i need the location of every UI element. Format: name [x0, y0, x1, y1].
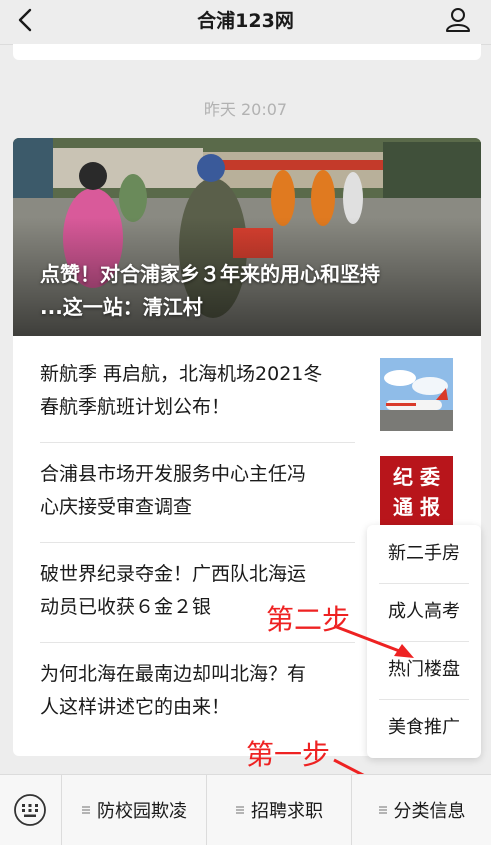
article-title: 为何北海在最南边却叫北海？有 人这样讲述它的由来！ [40, 658, 358, 724]
previous-message-card [13, 44, 481, 60]
annotation-step-one: 第一步 [246, 738, 331, 771]
bottom-menu-bar: 防校园欺凌 招聘求职 分类信息 [0, 774, 491, 845]
keyboard-icon[interactable] [13, 793, 47, 827]
annotation-arrow-icon [333, 624, 414, 658]
menu-button-jobs[interactable]: 招聘求职 [207, 775, 351, 845]
article-title-line: 破世界纪录夺金！广西队北海运 [40, 563, 307, 585]
article-title-line: 为何北海在最南边却叫北海？有 [40, 663, 307, 685]
airplane-thumbnail [380, 358, 453, 431]
submenu-item-second-hand-house[interactable]: 新二手房 [367, 525, 481, 583]
badge-text: 纪 委 [393, 465, 440, 489]
message-timestamp: 昨天 20:07 [203, 100, 288, 119]
menu-button-label: 招聘求职 [251, 801, 323, 822]
divider [40, 642, 355, 643]
article-title: 新航季 再启航，北海机场2021冬 春航季航班计划公布！ [40, 358, 358, 424]
article-title-line: 心庆接受审查调查 [40, 496, 193, 518]
menu-lines-icon [82, 806, 90, 814]
menu-button-classifieds[interactable]: 分类信息 [352, 775, 491, 845]
divider [40, 542, 355, 543]
article-title-line: 合浦县市场开发服务中心主任冯 [40, 463, 307, 485]
discipline-report-thumbnail: 纪 委 通 报 [380, 456, 453, 529]
submenu-item-food-promo[interactable]: 美食推广 [367, 699, 481, 757]
divider [40, 442, 355, 443]
menu-button-label: 分类信息 [393, 801, 466, 822]
menu-lines-icon [236, 806, 244, 814]
hero-title: 点赞！对合浦家乡３年来的用心和坚持 ...这一站：清江村 [40, 258, 460, 324]
article-title: 合浦县市场开发服务中心主任冯 心庆接受审查调查 [40, 458, 358, 524]
list-item[interactable]: 新航季 再启航，北海机场2021冬 春航季航班计划公布！ [40, 358, 453, 438]
article-title-line: 春航季航班计划公布！ [40, 396, 231, 418]
menu-button-label: 防校园欺凌 [97, 801, 187, 822]
user-icon[interactable] [443, 4, 473, 34]
menu-button-anti-bullying[interactable]: 防校园欺凌 [62, 775, 206, 845]
article-title-line: 人这样讲述它的由来！ [40, 696, 231, 718]
hero-title-line: 点赞！对合浦家乡３年来的用心和坚持 [40, 262, 380, 286]
page-title: 合浦123网 [197, 10, 294, 32]
menu-lines-icon [378, 806, 387, 814]
badge-text: 通 报 [393, 495, 440, 519]
hero-title-line: ...这一站：清江村 [40, 295, 203, 319]
article-title-line: 新航季 再启航，北海机场2021冬 [40, 363, 323, 385]
top-bar: 合浦123网 [0, 0, 491, 45]
